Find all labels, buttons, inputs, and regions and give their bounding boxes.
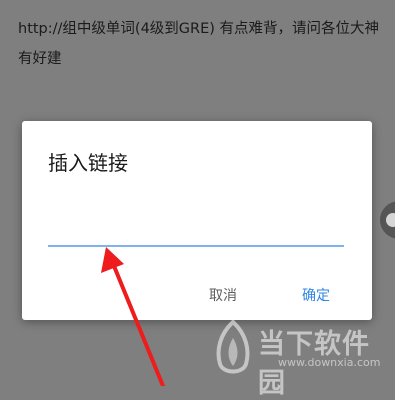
watermark: 当下软件园 www.downxia.com [212,318,392,399]
watermark-logo-icon [216,320,250,374]
watermark-url: www.downxia.com [278,356,381,369]
